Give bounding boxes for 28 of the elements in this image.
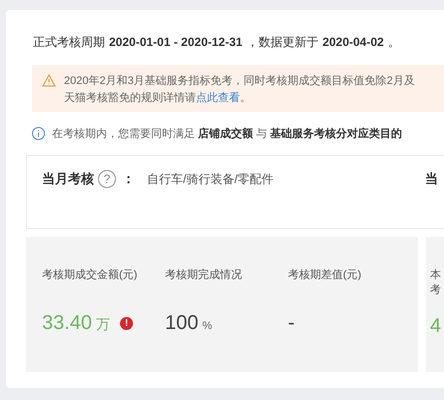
updated-label: ，数据更新于 bbox=[246, 34, 318, 51]
period-label: 正式考核周期 bbox=[33, 34, 105, 51]
notice-text: 2020年2月和3月基础服务指标免考，同时考核期成交额目标值免除2月及 bbox=[64, 74, 415, 88]
warning-icon bbox=[42, 74, 56, 87]
stat-value: 100 bbox=[165, 312, 198, 335]
monthly-title: 当月考核 bbox=[42, 170, 94, 188]
monthly-title: 当 bbox=[425, 170, 438, 188]
updated-date: 2020-04-02 bbox=[322, 35, 384, 49]
period-end: 。 bbox=[388, 34, 400, 51]
stat-label: 考核期完成情况 bbox=[165, 268, 243, 282]
stat-label: 考核期差值(元) bbox=[288, 268, 362, 282]
view-link[interactable]: 点此查看 bbox=[196, 92, 240, 104]
period-range: 2020-01-01 - 2020-12-31 bbox=[109, 35, 242, 49]
notice-text: 天猫考核豁免的规则详情请点此查看。 bbox=[64, 90, 252, 105]
colon: ： bbox=[122, 170, 135, 188]
help-icon[interactable]: ? bbox=[98, 170, 116, 188]
stat-unit: 万 bbox=[96, 316, 110, 334]
stat-label: 考 bbox=[430, 283, 442, 297]
alert-icon: ! bbox=[120, 317, 134, 330]
category-text: 自行车/骑行装备/零配件 bbox=[147, 170, 274, 188]
stat-value: 33.40 bbox=[42, 312, 92, 335]
stat-value: 4 bbox=[430, 315, 442, 338]
stat-label: 本 bbox=[430, 268, 442, 282]
info-icon bbox=[32, 127, 45, 140]
stat-label: 考核期成交金额(元) bbox=[42, 268, 138, 282]
stat-value: - bbox=[288, 312, 295, 335]
stat-unit: % bbox=[202, 320, 212, 332]
info-text: 在考核期内，您需要同时满足 店铺成交额 与 基础服务考核分对应类目的 bbox=[52, 126, 402, 141]
